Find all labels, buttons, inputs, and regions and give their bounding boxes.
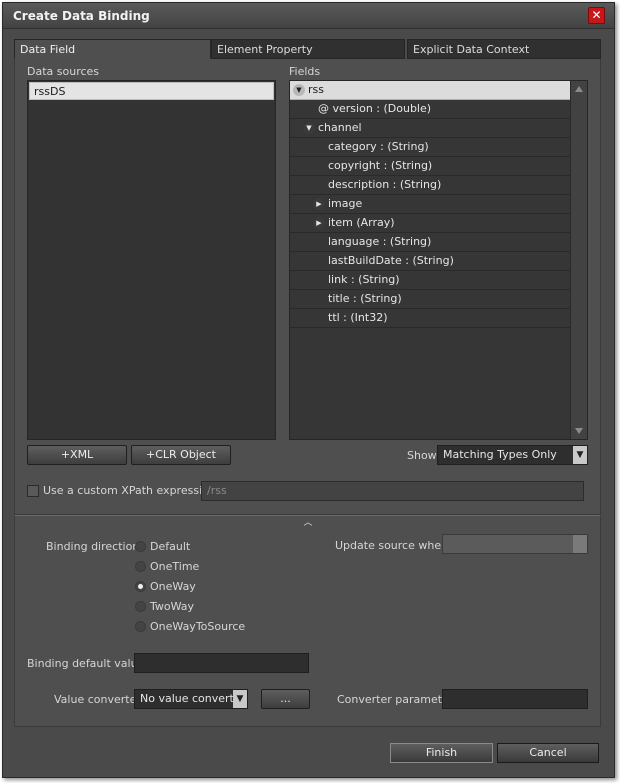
data-sources-label: Data sources (27, 65, 100, 78)
add-xml-button[interactable]: +XML (27, 445, 127, 465)
data-sources-list[interactable]: rssDS (27, 80, 276, 440)
collapse-panel-icon[interactable]: ︿ (302, 519, 314, 528)
tab-label: Element Property (217, 43, 313, 56)
value-converter-value: No value converter (140, 692, 246, 705)
field-label: image (328, 197, 363, 210)
fields-tree[interactable]: ▼ rss @ version : (Double) ▼ channel cat… (289, 80, 588, 440)
tab-strip: Data Field Element Property Explicit Dat… (14, 39, 601, 59)
field-row[interactable]: lastBuildDate : (String) (290, 252, 570, 271)
field-label: link : (String) (328, 273, 400, 286)
field-label: description : (String) (328, 178, 442, 191)
field-label: ttl : (Int32) (328, 311, 388, 324)
custom-xpath-checkbox[interactable] (27, 485, 39, 497)
field-row-item[interactable]: ▶ item (Array) (290, 214, 570, 233)
binding-default-label: Binding default value (27, 657, 145, 670)
field-row[interactable]: description : (String) (290, 176, 570, 195)
expand-icon[interactable]: ▶ (313, 198, 325, 210)
scroll-up-icon[interactable] (575, 86, 583, 92)
finish-button[interactable]: Finish (390, 743, 493, 763)
data-field-panel: Data sources rssDS Fields ▼ rss @ versio… (14, 59, 601, 515)
field-label: language : (String) (328, 235, 432, 248)
close-button[interactable]: ✕ (588, 7, 605, 24)
converter-browse-button[interactable]: ... (261, 689, 310, 709)
converter-parameter-label: Converter parameter (337, 693, 454, 706)
binding-options-panel: ︿ Binding direction Default OneTime OneW… (14, 515, 601, 727)
chevron-down-icon: ▼ (233, 690, 247, 708)
radio-twoway-label: TwoWay (150, 600, 195, 613)
radio-twoway[interactable] (135, 601, 146, 612)
value-converter-label: Value converter (54, 693, 141, 706)
tab-label: Explicit Data Context (413, 43, 530, 56)
xpath-input[interactable]: /rss (201, 481, 584, 501)
data-source-item-label: rssDS (34, 85, 66, 98)
radio-onetime-label: OneTime (150, 560, 200, 573)
update-source-select[interactable] (442, 534, 588, 554)
field-label: @ version : (Double) (318, 102, 432, 115)
dropdown-knob (573, 535, 587, 553)
create-data-binding-dialog: Create Data Binding ✕ Data Field Element… (2, 2, 615, 778)
field-label: item (Array) (328, 216, 395, 229)
field-row-rss[interactable]: ▼ rss (290, 81, 570, 100)
show-label: Show (407, 449, 437, 462)
collapse-icon[interactable]: ▼ (293, 84, 305, 96)
tab-element-property[interactable]: Element Property (211, 39, 405, 59)
custom-xpath-label: Use a custom XPath expression (43, 484, 216, 497)
field-label: title : (String) (328, 292, 402, 305)
field-row[interactable]: ttl : (Int32) (290, 309, 570, 328)
tab-explicit-data-context[interactable]: Explicit Data Context (407, 39, 601, 59)
field-row[interactable]: copyright : (String) (290, 157, 570, 176)
tab-label: Data Field (20, 43, 76, 56)
radio-onewaytosource-label: OneWayToSource (150, 620, 246, 633)
field-label: channel (318, 121, 362, 134)
radio-oneway[interactable] (135, 581, 146, 592)
field-row[interactable]: language : (String) (290, 233, 570, 252)
field-row-image[interactable]: ▶ image (290, 195, 570, 214)
show-filter-value: Matching Types Only (443, 448, 557, 461)
tab-data-field[interactable]: Data Field (14, 39, 211, 59)
value-converter-select[interactable]: No value converter ▼ (134, 689, 248, 709)
field-row-channel[interactable]: ▼ channel (290, 119, 570, 138)
dialog-title: Create Data Binding (13, 9, 150, 23)
field-label: copyright : (String) (328, 159, 433, 172)
expand-icon[interactable]: ▶ (313, 217, 325, 229)
add-clr-object-button[interactable]: +CLR Object (131, 445, 231, 465)
fields-scrollbar[interactable] (570, 81, 587, 439)
radio-onewaytosource[interactable] (135, 621, 146, 632)
field-row[interactable]: link : (String) (290, 271, 570, 290)
title-bar[interactable]: Create Data Binding ✕ (3, 3, 614, 29)
scroll-down-icon[interactable] (575, 428, 583, 434)
field-label: lastBuildDate : (String) (328, 254, 454, 267)
radio-onetime[interactable] (135, 561, 146, 572)
field-label: rss (308, 83, 324, 96)
field-row[interactable]: @ version : (Double) (290, 100, 570, 119)
close-icon: ✕ (591, 8, 602, 22)
field-label: category : (String) (328, 140, 429, 153)
data-source-item[interactable]: rssDS (29, 82, 274, 100)
converter-parameter-input[interactable] (442, 689, 588, 709)
fields-label: Fields (289, 65, 321, 78)
radio-default-label: Default (150, 540, 191, 553)
xpath-input-value: /rss (207, 484, 227, 497)
binding-default-input[interactable] (134, 653, 309, 673)
radio-oneway-label: OneWay (150, 580, 196, 593)
collapse-icon[interactable]: ▼ (303, 122, 315, 134)
field-row[interactable]: category : (String) (290, 138, 570, 157)
binding-direction-label: Binding direction (46, 540, 140, 553)
cancel-button[interactable]: Cancel (497, 743, 599, 763)
show-filter-select[interactable]: Matching Types Only ▼ (437, 445, 588, 465)
field-row[interactable]: title : (String) (290, 290, 570, 309)
update-source-label: Update source when (335, 539, 449, 552)
radio-default[interactable] (135, 541, 146, 552)
chevron-down-icon: ▼ (573, 446, 587, 464)
